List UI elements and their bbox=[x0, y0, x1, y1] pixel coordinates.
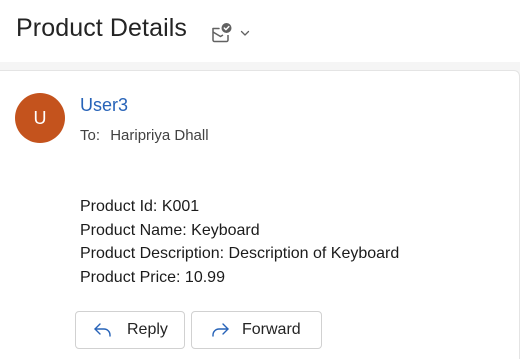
reply-arrow-icon bbox=[93, 322, 113, 338]
forward-label: Forward bbox=[242, 321, 301, 338]
recipient-name[interactable]: Haripriya Dhall bbox=[110, 127, 208, 144]
sender-name[interactable]: User3 bbox=[80, 95, 128, 116]
mail-check-icon bbox=[210, 22, 234, 44]
subject-header: Product Details bbox=[0, 0, 520, 62]
body-line-product-price: Product Price: 10.99 bbox=[80, 268, 225, 286]
subject-action-menu[interactable] bbox=[210, 20, 258, 46]
message-card: U User3 To: Haripriya Dhall Product Id: … bbox=[0, 70, 520, 359]
body-line-product-description: Product Description: Description of Keyb… bbox=[80, 245, 400, 262]
to-label: To: bbox=[80, 127, 101, 144]
body-line-product-name: Product Name: Keyboard bbox=[80, 221, 260, 239]
subject-title: Product Details bbox=[16, 14, 188, 42]
reply-button[interactable]: Reply bbox=[75, 311, 185, 349]
message-body: Product Id: K001 Product Name: Keyboard … bbox=[80, 195, 399, 289]
chevron-down-icon bbox=[240, 29, 250, 37]
avatar[interactable]: U bbox=[15, 93, 65, 143]
avatar-initial: U bbox=[33, 107, 47, 128]
reply-label: Reply bbox=[127, 321, 168, 338]
forward-button[interactable]: Forward bbox=[191, 311, 322, 349]
body-line-product-id: Product Id: K001 bbox=[80, 198, 200, 215]
forward-arrow-icon bbox=[210, 322, 230, 338]
recipient-line: To: Haripriya Dhall bbox=[80, 127, 209, 144]
